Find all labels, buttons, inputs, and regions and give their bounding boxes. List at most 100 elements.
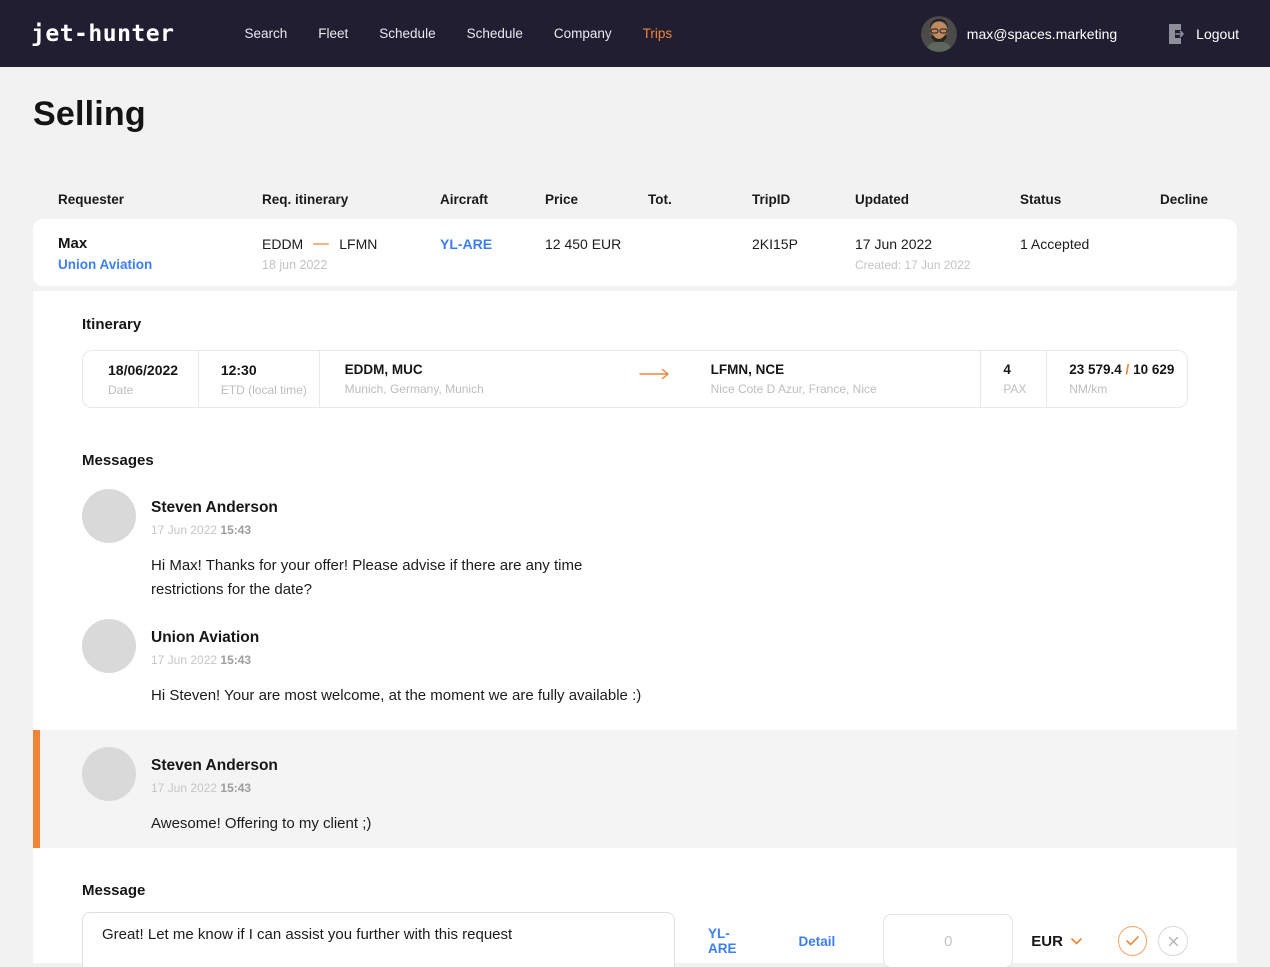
user-avatar[interactable] <box>921 16 957 52</box>
message-body: Union Aviation 17 Jun 2022 15:43 Hi Stev… <box>151 619 641 708</box>
itinerary-distance-cell: 23 579.4 / 10 629 NM/km <box>1046 351 1187 407</box>
message-body: Steven Anderson 17 Jun 2022 15:43 Hi Max… <box>151 489 656 602</box>
message-item: Steven Anderson 17 Jun 2022 15:43 Hi Max… <box>82 489 1188 602</box>
requester-company-link[interactable]: Union Aviation <box>58 257 262 272</box>
cell-requester: Max Union Aviation <box>58 233 262 272</box>
created-value: Created: 17 Jun 2022 <box>855 258 1020 272</box>
message-author: Steven Anderson <box>151 747 371 775</box>
itinerary-pax-label: PAX <box>1003 382 1046 396</box>
route-date: 18 jun 2022 <box>262 258 440 272</box>
col-price: Price <box>545 192 648 207</box>
col-requester: Requester <box>58 192 262 207</box>
messages-heading: Messages <box>82 452 1188 469</box>
top-navbar: jet-hunter Search Fleet Schedule Schedul… <box>0 0 1270 67</box>
message-body: Steven Anderson 17 Jun 2022 15:43 Awesom… <box>151 747 371 836</box>
tripid-value: 2KI15P <box>752 236 855 252</box>
amount-input[interactable] <box>883 914 1013 967</box>
route-from-code: EDDM <box>262 236 303 252</box>
itinerary-to-desc: Nice Cote D Azur, France, Nice <box>711 382 877 396</box>
table-header: Requester Req. itinerary Aircraft Price … <box>33 192 1237 219</box>
cancel-button[interactable] <box>1158 926 1188 956</box>
logout-label: Logout <box>1196 26 1239 42</box>
route-arrow-wrap <box>615 362 695 407</box>
aircraft-tail-link[interactable]: YL-ARE <box>708 926 757 956</box>
messages-section: Messages Steven Anderson 17 Jun 2022 15:… <box>82 452 1188 848</box>
itinerary-from: EDDM, MUC Munich, Germany, Munich <box>345 362 615 407</box>
nav-item-fleet[interactable]: Fleet <box>318 26 348 41</box>
message-avatar <box>82 489 136 543</box>
page-title: Selling <box>33 95 1237 134</box>
message-timestamp: 17 Jun 2022 15:43 <box>151 781 371 795</box>
cell-aircraft: YL-ARE <box>440 233 545 252</box>
itinerary-date-label: Date <box>108 383 198 397</box>
itinerary-date: 18/06/2022 <box>108 362 198 378</box>
main-content: Selling Requester Req. itinerary Aircraf… <box>0 95 1270 963</box>
itinerary-etd-cell: 12:30 ETD (local time) <box>198 351 319 407</box>
nav-item-trips[interactable]: Trips <box>643 26 673 41</box>
itinerary-to-code: LFMN, NCE <box>711 362 877 377</box>
message-text: Awesome! Offering to my client ;) <box>151 812 371 836</box>
compose-controls: YL-ARE Detail EUR <box>708 912 1188 967</box>
message-item-highlighted: Steven Anderson 17 Jun 2022 15:43 Awesom… <box>33 730 1237 848</box>
message-avatar <box>82 747 136 801</box>
itinerary-card: 18/06/2022 Date 12:30 ETD (local time) E… <box>82 350 1188 408</box>
col-tot: Tot. <box>648 192 752 207</box>
cell-tripid: 2KI15P <box>752 233 855 252</box>
compose-section: Message Great! Let me know if I can assi… <box>82 848 1188 967</box>
message-item: Union Aviation 17 Jun 2022 15:43 Hi Stev… <box>82 619 1188 708</box>
col-req-itinerary: Req. itinerary <box>262 192 440 207</box>
col-tripid: TripID <box>752 192 855 207</box>
itinerary-distance: 23 579.4 / 10 629 <box>1069 362 1187 377</box>
cell-req-itinerary: EDDM LFMN 18 jun 2022 <box>262 233 440 272</box>
currency-dropdown[interactable]: EUR <box>1031 933 1082 950</box>
itinerary-to: LFMN, NCE Nice Cote D Azur, France, Nice <box>711 362 877 407</box>
message-input[interactable]: Great! Let me know if I can assist you f… <box>82 912 675 967</box>
chevron-down-icon <box>1071 938 1082 945</box>
message-text: Hi Max! Thanks for your offer! Please ad… <box>151 554 656 602</box>
col-status: Status <box>1020 192 1160 207</box>
col-decline: Decline <box>1160 192 1212 207</box>
message-text: Hi Steven! Your are most welcome, at the… <box>151 684 641 708</box>
itinerary-distance-label: NM/km <box>1069 382 1187 396</box>
message-author: Union Aviation <box>151 619 641 647</box>
requester-name: Max <box>58 235 262 252</box>
cell-price: 12 450 EUR <box>545 233 648 252</box>
logout-icon <box>1167 23 1187 45</box>
currency-value: EUR <box>1031 933 1063 950</box>
itinerary-route-cell: EDDM, MUC Munich, Germany, Munich LFMN, … <box>319 351 981 407</box>
avatar-image <box>921 16 957 52</box>
col-aircraft: Aircraft <box>440 192 545 207</box>
table-row[interactable]: Max Union Aviation EDDM LFMN 18 jun 2022… <box>33 219 1237 286</box>
itinerary-heading: Itinerary <box>82 316 1188 333</box>
route-to-code: LFMN <box>339 236 377 252</box>
itinerary-from-desc: Munich, Germany, Munich <box>345 382 615 396</box>
itinerary-pax-cell: 4 PAX <box>980 351 1046 407</box>
itinerary-etd-label: ETD (local time) <box>221 383 319 397</box>
nav-item-schedule-1[interactable]: Schedule <box>379 26 435 41</box>
nav-item-search[interactable]: Search <box>244 26 287 41</box>
check-icon <box>1126 936 1139 946</box>
message-author: Steven Anderson <box>151 489 656 517</box>
status-value: 1 Accepted <box>1020 236 1160 252</box>
route-dash-icon <box>313 243 329 245</box>
brand-logo: jet-hunter <box>31 21 174 47</box>
itinerary-from-code: EDDM, MUC <box>345 362 615 377</box>
cell-tot <box>648 233 752 236</box>
message-timestamp: 17 Jun 2022 15:43 <box>151 653 641 667</box>
itinerary-date-cell: 18/06/2022 Date <box>83 351 198 407</box>
message-avatar <box>82 619 136 673</box>
compose-heading: Message <box>82 882 1188 899</box>
nav-item-schedule-2[interactable]: Schedule <box>467 26 523 41</box>
cell-status: 1 Accepted <box>1020 233 1160 252</box>
col-updated: Updated <box>855 192 1020 207</box>
distance-separator: / <box>1126 362 1130 377</box>
itinerary-etd: 12:30 <box>221 362 319 378</box>
detail-link[interactable]: Detail <box>798 934 835 949</box>
user-email: max@spaces.marketing <box>967 26 1117 42</box>
nav-item-company[interactable]: Company <box>554 26 612 41</box>
itinerary-pax: 4 <box>1003 362 1046 377</box>
logout-button[interactable]: Logout <box>1167 23 1239 45</box>
send-button[interactable] <box>1118 926 1148 956</box>
message-timestamp: 17 Jun 2022 15:43 <box>151 523 656 537</box>
aircraft-link[interactable]: YL-ARE <box>440 236 545 252</box>
